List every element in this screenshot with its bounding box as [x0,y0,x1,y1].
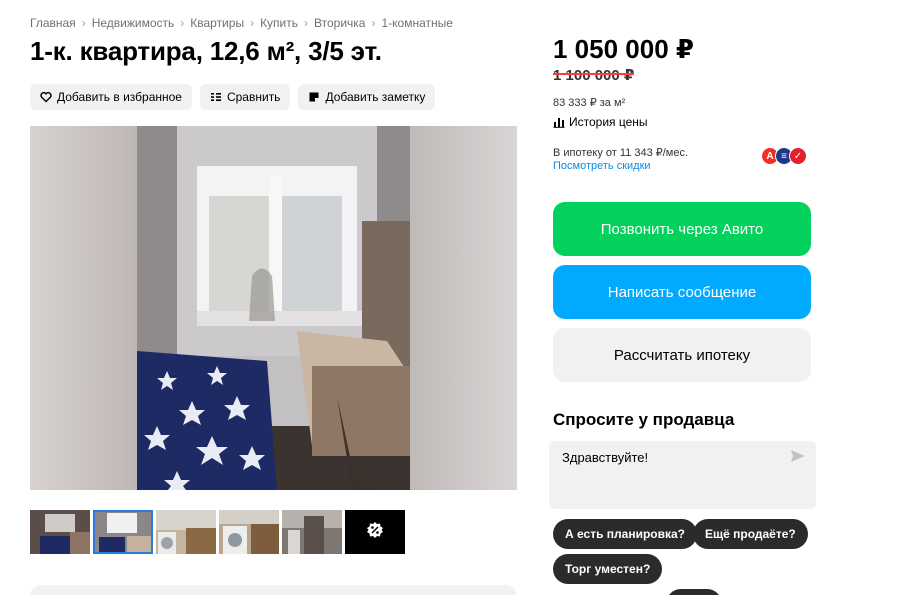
old-price-value: 1 100 000 ₽ [553,67,635,84]
bank-icon: ✓ [789,147,807,165]
breadcrumb-one-room[interactable]: 1-комнатные [381,16,452,30]
photo-thumbnail[interactable] [30,510,90,554]
photo-blur-right [410,126,517,490]
old-price: 1 100 000 ₽ [553,66,635,84]
quick-question-still-selling[interactable]: Ещё продаёте? [693,519,808,549]
add-to-favorites-button[interactable]: Добавить в избранное [30,84,192,110]
bank-logos: А ≡ ✓ [761,147,807,165]
room-photo [137,126,410,490]
quick-question-bargain[interactable]: Торг уместен? [553,554,663,584]
breadcrumb-secondary[interactable]: Вторичка [314,16,365,30]
breadcrumb-separator: › [371,16,376,30]
view-discounts-link[interactable]: Посмотреть скидки [553,160,651,172]
breadcrumb-separator: › [250,16,255,30]
add-note-label: Добавить заметку [325,90,426,104]
listing-title: 1-к. квартира, 12,6 м², 3/5 эт. [30,36,382,66]
breadcrumb-separator: › [304,16,309,30]
breadcrumb-separator: › [180,16,185,30]
price: 1 050 000 ₽ [553,34,694,64]
photo-blur-left [30,126,137,490]
price-per-m2: 83 333 ₽ за м² [553,97,626,109]
mortgage-offer: В ипотеку от 11 343 ₽/мес. [553,147,689,159]
send-icon[interactable] [790,449,806,468]
gear-badge-icon [366,521,384,544]
price-history-label: История цены [569,115,648,129]
compare-label: Сравнить [226,90,281,104]
note-icon [308,91,320,103]
breadcrumb-buy[interactable]: Купить [260,16,298,30]
compare-icon [210,91,222,103]
price-history-link[interactable]: История цены [553,115,648,129]
photo-thumbnail[interactable] [156,510,216,554]
quick-question-chip[interactable] [666,589,722,595]
add-to-favorites-label: Добавить в избранное [57,90,182,104]
photo-thumbnails [30,510,405,554]
photo-thumbnail[interactable] [282,510,342,554]
breadcrumb-separator: › [81,16,86,30]
write-message-button[interactable]: Написать сообщение [553,265,811,319]
ask-seller-input[interactable] [562,450,782,465]
breadcrumb: Главная › Недвижимость › Квартиры › Купи… [30,16,453,30]
bar-chart-icon [553,116,565,128]
more-photos-button[interactable] [345,510,405,554]
old-price-strike [553,73,635,75]
calculate-mortgage-button[interactable]: Рассчитать ипотеку [553,328,811,382]
photo-thumbnail[interactable] [219,510,279,554]
main-photo[interactable] [30,126,517,490]
ask-seller-box [549,441,816,509]
photo-thumbnail-active[interactable] [93,510,153,554]
breadcrumb-realty[interactable]: Недвижимость [92,16,175,30]
breadcrumb-apartments[interactable]: Квартиры [190,16,244,30]
quick-question-layout[interactable]: А есть планировка? [553,519,697,549]
call-button[interactable]: Позвонить через Авито [553,202,811,256]
breadcrumb-home[interactable]: Главная [30,16,76,30]
heart-icon [40,91,52,103]
add-note-button[interactable]: Добавить заметку [298,84,436,110]
ask-seller-title: Спросите у продавца [553,410,735,429]
listing-actions: Добавить в избранное Сравнить Добавить з… [30,84,436,110]
compare-button[interactable]: Сравнить [199,84,291,110]
description-card [30,585,517,595]
